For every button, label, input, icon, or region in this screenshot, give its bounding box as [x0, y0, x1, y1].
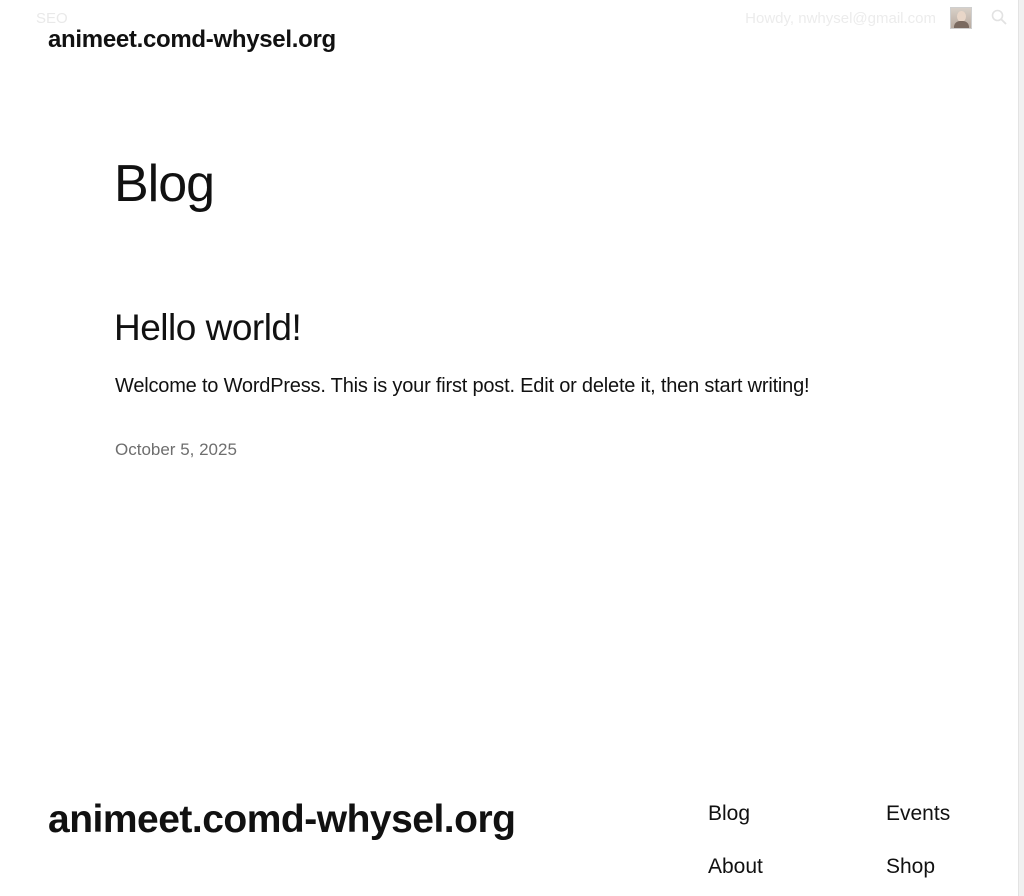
admin-bar-account-link[interactable]: Howdy, nwhysel@gmail.com [745, 10, 936, 27]
post-title-link[interactable]: Hello world! [114, 307, 302, 349]
footer-nav-about[interactable]: About [708, 855, 763, 879]
footer-site-title-link[interactable]: animeet.comd-whysel.org [48, 798, 516, 842]
footer-nav-blog[interactable]: Blog [708, 802, 750, 826]
footer-nav-events[interactable]: Events [886, 802, 950, 826]
avatar-body [954, 21, 969, 28]
search-icon[interactable] [991, 9, 1007, 25]
admin-bar-seo-link[interactable]: SEO [36, 10, 68, 27]
scrollbar[interactable] [1018, 0, 1024, 896]
post-excerpt: Welcome to WordPress. This is your first… [115, 375, 810, 397]
footer-nav-shop[interactable]: Shop [886, 855, 935, 879]
avatar[interactable] [950, 7, 972, 29]
page: SEO Howdy, nwhysel@gmail.com animeet.com… [0, 0, 1024, 896]
page-title: Blog [114, 155, 215, 213]
site-title-link[interactable]: animeet.comd-whysel.org [48, 26, 336, 54]
post-date[interactable]: October 5, 2025 [115, 440, 237, 460]
